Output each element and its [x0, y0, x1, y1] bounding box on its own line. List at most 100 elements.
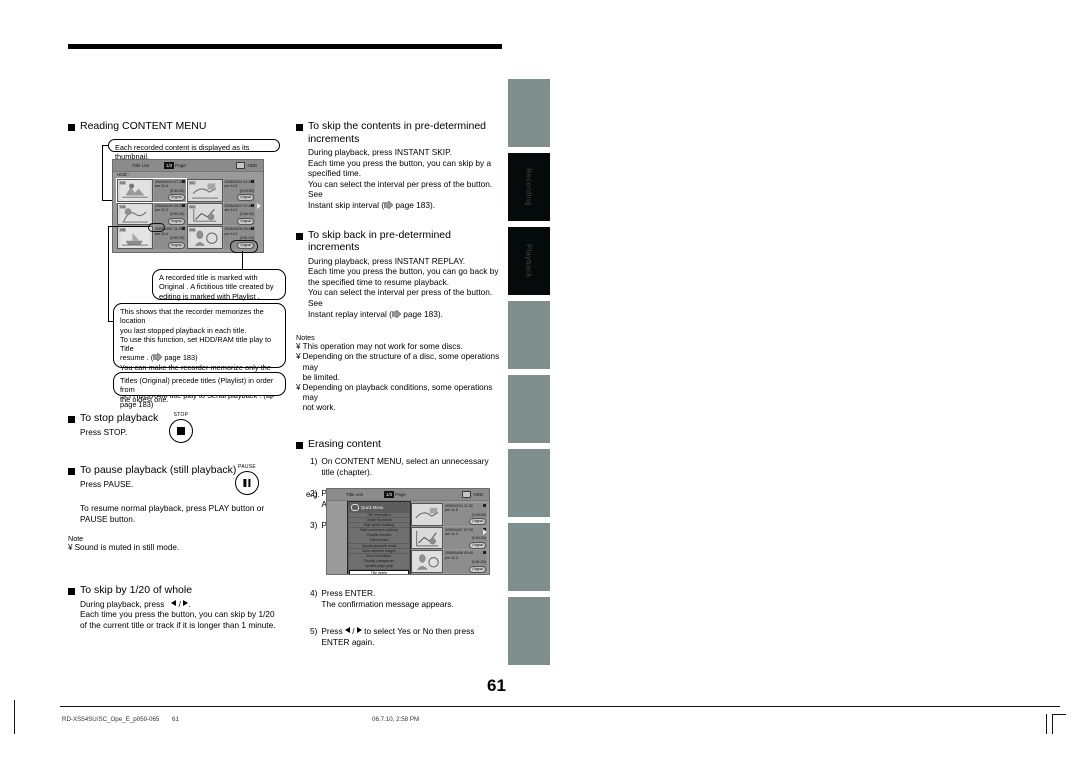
content-meta: 2005/03/24 07:30 am 11:4 (0:53:40) Orign… — [154, 179, 186, 202]
content-cell[interactable]: 2005/04/08 09:40 pm 11:3 (0:51:20) Orign… — [411, 550, 487, 573]
sidebar-tab-5[interactable] — [508, 375, 550, 443]
skip-back-l5b: page 183). — [400, 308, 443, 319]
crop-mark-right-1 — [1046, 714, 1047, 734]
checkbox-icon[interactable] — [483, 551, 486, 555]
quick-menu-item-rate-conversion-dubbing[interactable]: Rate conversion dubbing — [349, 528, 409, 533]
highlight-resume-marker — [148, 223, 165, 232]
skip-back-l1: During playback, press INSTANT REPLAY. — [308, 255, 466, 266]
page-number: 61 — [487, 676, 506, 695]
content-cell[interactable]: 2005/04/07 07:40 am 11:3 (0:54:30) Orign… — [411, 526, 487, 550]
crop-mark-right-3 — [1052, 714, 1053, 734]
sidebar-tab-4[interactable] — [508, 301, 550, 369]
content-thumbnail[interactable]: 004 — [186, 202, 223, 226]
content-thumbnail[interactable] — [411, 550, 443, 573]
content-thumbnail[interactable]: 001 — [117, 179, 153, 202]
quick-menu-title: Quick Menu — [361, 505, 384, 510]
sidebar-tab-1[interactable] — [508, 79, 550, 147]
quick-menu-item-specific-page-jump[interactable]: Specific page jump — [349, 564, 409, 569]
heading-reading-content-menu: Reading CONTENT MENU — [68, 120, 288, 133]
screen-page-indicator: 1/3 Page — [164, 162, 186, 169]
content-cell[interactable]: 002 2005/03/24 11:40 pm 11:5 (0:29:50) O… — [186, 179, 255, 202]
content-cell[interactable]: 004 2005/04/07 07:40 am 11:3 (0:54:30) O… — [186, 202, 255, 226]
skip-1-20-l1-post: . — [188, 598, 191, 609]
quick-menu-item-title-delete[interactable]: Title delete — [349, 569, 409, 574]
section-skip-1-20: To skip by 1/20 of whole During playback… — [68, 584, 288, 630]
scroll-right-arrow-icon[interactable] — [257, 203, 261, 209]
content-tag-wrap: Orignal — [225, 193, 254, 202]
content-thumbnail[interactable] — [411, 503, 443, 526]
quick-menu-item-display-changeover[interactable]: Display changeover — [349, 559, 409, 564]
note-item: ¥ This operation may not work for some di… — [296, 342, 501, 352]
content-tag-wrap: Orignal — [155, 241, 185, 249]
square-bullet-icon — [68, 416, 75, 423]
sidebar-tab-recording-label: Recording — [524, 168, 534, 206]
resume-marker-icon — [181, 227, 185, 231]
sidebar-tab-8[interactable] — [508, 597, 550, 665]
content-tag-wrap: Orignal — [445, 541, 486, 549]
content-index: 006 — [188, 228, 196, 233]
skip-forward-l2: Each time you press the button, you can … — [308, 157, 492, 168]
content-cell[interactable]: 003 2005/03/29 09:30 pm 11:3 (0:52:40) O… — [117, 202, 186, 226]
content-cell[interactable]: 001 2005/03/24 07:30 am 11:4 (0:53:40) O… — [116, 178, 187, 203]
quick-menu-item-edit-function[interactable]: Edit function — [349, 538, 409, 544]
content-thumbnail[interactable] — [411, 526, 443, 550]
skip-forward-l3: specified time. — [308, 168, 362, 179]
erasing-step-4-text: Press ENTER. The confirmation message ap… — [321, 588, 453, 609]
pause-button[interactable]: PAUSE — [228, 464, 266, 495]
callout-order-l1: Titles (Original) precede titles (Playli… — [120, 376, 274, 395]
sidebar-tab-recording[interactable]: Recording — [508, 153, 550, 221]
square-bullet-icon — [296, 232, 303, 240]
quick-menu-item-chapter-function[interactable]: Chapter function — [349, 533, 409, 538]
sidebar-tab-playback[interactable]: Playback — [508, 227, 550, 295]
content-thumbnail[interactable]: 003 — [117, 202, 153, 226]
leader-thumbnail-h1 — [102, 145, 109, 146]
quick-menu-screen: Title List 1/3 Page HDD 2005/03/24 11:30… — [326, 488, 490, 575]
note-item-2-l2: be limited. — [302, 372, 340, 382]
screen-topbar: Title List 1/3 Page HDD — [113, 160, 263, 172]
pause-resume-l2: PAUSE button. — [80, 513, 136, 524]
scroll-right-arrow-icon[interactable] — [483, 528, 487, 535]
quick-menu-item-special-playback-mode[interactable]: Special playback mode — [349, 543, 409, 549]
crop-mark-right-2 — [1052, 714, 1066, 715]
checkbox-icon[interactable] — [483, 504, 486, 507]
heading-erasing-content: Erasing content — [296, 438, 501, 451]
content-thumbnail[interactable]: 006 — [186, 226, 223, 249]
notes-head: Notes — [296, 333, 315, 343]
manual-page: Recording Playback Reading CONTENT MENU … — [0, 0, 1080, 766]
checkbox-icon[interactable] — [181, 180, 185, 183]
sidebar-tab-7[interactable] — [508, 523, 550, 591]
quick-menu-item-disc-information[interactable]: Disc information — [349, 554, 409, 559]
left-arrow-icon — [344, 627, 350, 633]
hdd-icon — [236, 162, 246, 169]
screen-page-indicator: 1/3 Page — [384, 491, 406, 498]
highlight-original-tag — [230, 240, 258, 253]
quick-menu-item-title-information[interactable]: Title information — [349, 512, 409, 518]
quick-menu-item-high-speed-dubbing[interactable]: High speed dubbing — [349, 522, 409, 528]
content-cell[interactable]: 2005/03/24 11:30 pm 11:5 (0:29:50) Orign… — [411, 503, 487, 526]
content-menu-screen: Title List 1/3 Page HDD HDD : 001 2005/0… — [112, 159, 264, 253]
checkbox-icon[interactable] — [181, 203, 185, 207]
pause-button-circle — [235, 471, 259, 495]
content-tag: Orignal — [469, 541, 486, 549]
quick-menu-item-create-thumbnail[interactable]: Create thumbnail — [349, 517, 409, 523]
leader-original-v — [242, 251, 243, 269]
skip-back-l5a: Instant replay interval ( — [308, 308, 392, 319]
callout-original-l3: editing is marked with Playlist . — [159, 291, 260, 301]
checkbox-icon[interactable] — [251, 203, 254, 207]
stop-button[interactable]: STOP — [162, 412, 200, 443]
callout-original-l1: A recorded title is marked with — [159, 273, 258, 282]
sidebar-tab-6[interactable] — [508, 449, 550, 517]
quick-menu-item-save-captured-images[interactable]: Save captured images — [349, 548, 409, 554]
checkbox-icon[interactable] — [251, 180, 254, 183]
content-tag-wrap: Orignal — [445, 517, 486, 526]
callout-original-playlist: A recorded title is marked with Original… — [152, 269, 286, 301]
checkbox-icon[interactable] — [251, 227, 254, 231]
content-thumbnail[interactable]: 002 — [186, 179, 223, 202]
content-tag: Orignal — [167, 217, 185, 225]
heading-reading-content-menu-label: Reading CONTENT MENU — [80, 120, 207, 132]
note-item-2: Depending on the structure of a disc, so… — [303, 352, 501, 383]
erasing-step-4-l1: Press ENTER. — [321, 588, 376, 598]
callout-title-resume: This shows that the recorder memorizes t… — [113, 303, 286, 409]
note-bullet-icon: ¥ — [296, 352, 301, 362]
erasing-step-1-text: On CONTENT MENU, select an unnecessary t… — [321, 456, 488, 477]
